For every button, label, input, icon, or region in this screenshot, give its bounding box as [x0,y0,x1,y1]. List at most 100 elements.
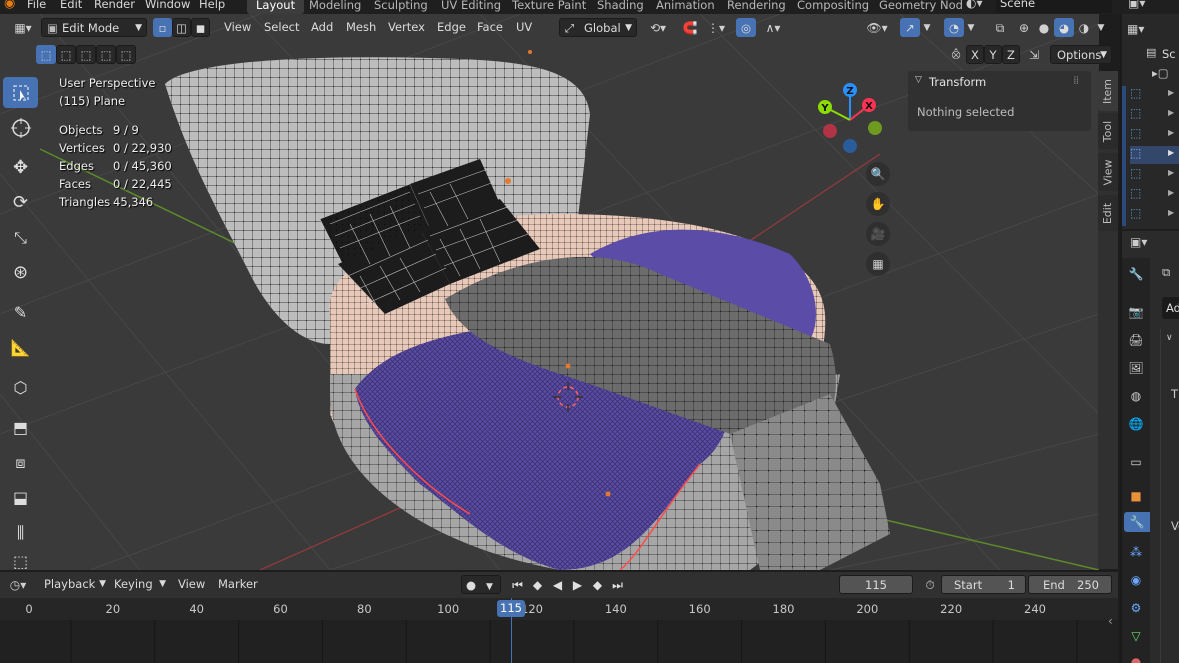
navigation-gizmo[interactable]: Z X Y [812,80,892,156]
menu-edge[interactable]: Edge [437,18,466,37]
jump-end-icon[interactable]: ⏭ [608,576,627,594]
play-reverse-icon[interactable]: ◀ [548,576,567,594]
menu-vertex[interactable]: Vertex [388,18,425,37]
gizmo-neg-z-axis[interactable] [843,139,857,153]
menu-uv[interactable]: UV [516,18,532,37]
tab-item[interactable]: Item [1098,71,1118,111]
chevron-down-icon[interactable]: ▼ [1094,18,1108,38]
drag-handle-icon[interactable]: ⁞⁞ [1073,73,1079,87]
annotate-tool-icon[interactable]: ✎ [3,297,38,328]
edge-select-button[interactable]: ◫ [172,18,191,37]
tool-settings-icon[interactable]: 🔧 [1126,264,1146,284]
menu-mesh[interactable]: Mesh [346,18,376,37]
inset-tool-icon[interactable]: ⧈ [3,447,38,478]
transform-tool-icon[interactable]: ⊛ [3,257,38,288]
solid-shading-icon[interactable]: ● [1034,18,1054,38]
editor-type-icon[interactable]: ▣▾ [1128,0,1145,10]
tab-compositing[interactable]: Compositing [788,0,878,14]
transform-section-header[interactable]: Transform [929,75,986,89]
select-invert-icon[interactable]: ⬚ [96,45,116,64]
options-dropdown[interactable]: Options ▼ [1050,45,1112,64]
rendered-shading-icon[interactable]: ◑ [1074,18,1094,38]
tab-uv-editing[interactable]: UV Editing [432,0,510,14]
proportional-edit-icon[interactable]: ◎ [736,18,756,37]
play-icon[interactable]: ▶ [568,576,587,594]
world-properties-icon[interactable]: 🌐 [1126,414,1146,434]
editor-type-icon[interactable]: ▣▾ [1130,235,1147,249]
list-item[interactable]: ⬚ ▶ [1130,166,1179,184]
current-frame-field[interactable]: 115 [839,575,913,594]
menu-view[interactable]: View [224,18,251,37]
mirror-icon[interactable]: ⨶ [946,45,966,65]
timeline-body[interactable]: ‹ [0,614,1118,663]
face-select-button[interactable]: ◼ [191,18,210,37]
material-icon[interactable]: ● [1126,652,1146,663]
view-layer-icon[interactable]: 🖼 [1126,358,1146,378]
scene-properties-icon[interactable]: ◍ [1126,386,1146,406]
add-cube-tool-icon[interactable]: ⬡ [3,372,38,403]
zoom-icon[interactable]: 🔍 [866,162,890,186]
menu-select[interactable]: Select [264,18,299,37]
menu-edit[interactable]: Edit [60,0,82,11]
expand-arrow-icon[interactable]: ▶ [1168,128,1174,137]
scale-tool-icon[interactable]: ⤡ [3,222,38,253]
expand-arrow-icon[interactable]: ▶ [1168,148,1174,157]
tab-view[interactable]: View [1098,153,1118,191]
vertex-select-button[interactable]: ▫ [153,18,172,37]
expand-arrow-icon[interactable]: ▶ [1168,168,1174,177]
material-shading-icon[interactable]: ◕ [1054,18,1074,37]
tab-layout[interactable]: Layout [247,0,305,14]
tab-rendering[interactable]: Rendering [718,0,795,14]
auto-merge-icon[interactable]: ⇲ [1024,45,1044,65]
particles-icon[interactable]: ⁂ [1126,542,1146,562]
mirror-z-button[interactable]: Z [1002,45,1020,64]
scene-icon[interactable]: ◐▾ [966,0,983,10]
tab-texture-paint[interactable]: Texture Paint [503,0,595,14]
gizmo-neg-y-axis[interactable] [868,121,882,135]
jump-start-icon[interactable]: ⏮ [508,576,527,594]
render-properties-icon[interactable]: 📷 [1126,302,1146,322]
select-new-icon[interactable]: ⬚ [36,45,56,64]
cursor-tool-icon[interactable] [3,112,38,143]
mirror-x-button[interactable]: X [966,45,984,64]
ortho-grid-icon[interactable]: ▦ [866,252,890,276]
editor-type-icon[interactable]: ▦▾ [1127,22,1144,36]
select-box-tool-icon[interactable] [3,77,38,108]
overlay-toggle-icon[interactable]: ◔ [944,18,964,37]
bevel-tool-icon[interactable]: ⬓ [3,482,38,513]
snap-icon[interactable]: 🧲 [680,18,700,38]
menu-marker[interactable]: Marker [218,575,258,594]
menu-help[interactable]: Help [199,0,225,11]
start-frame-field[interactable]: Start 1 [941,575,1026,594]
tab-shading[interactable]: Shading [588,0,653,14]
scene-selector[interactable]: Scene [996,0,1112,13]
expand-arrow-icon[interactable]: ▶ [1168,108,1174,117]
collapse-chevron-icon[interactable]: ▽ [915,75,922,85]
list-item[interactable]: ⬚ ▶ [1130,106,1179,124]
mode-dropdown[interactable]: ▣ Edit Mode ▼ [41,18,147,37]
tab-sculpting[interactable]: Sculpting [365,0,437,14]
camera-view-icon[interactable]: 🎥 [866,222,890,246]
next-keyframe-icon[interactable]: ◆ [588,576,607,594]
stopwatch-icon[interactable]: ⏱ [920,575,940,595]
gizmo-toggle-icon[interactable]: ↗ [900,18,920,37]
search-field[interactable]: Ad [1162,297,1179,319]
select-intersect-icon[interactable]: ⬚ [116,45,136,64]
menu-view[interactable]: View [178,575,205,594]
pivot-point-icon[interactable]: ⟲▾ [644,18,672,38]
visibility-icon[interactable]: 👁▾ [862,18,892,38]
list-item[interactable]: ⬚ ▶ [1130,126,1179,144]
keying-menu[interactable]: Keying ▼ [108,575,168,594]
move-tool-icon[interactable]: ✥ [3,152,38,183]
playback-menu[interactable]: Playback ▼ [38,575,108,594]
knife-tool-icon[interactable]: ⬚ [3,552,38,570]
tab-edit[interactable]: Edit [1098,195,1118,231]
select-subtract-icon[interactable]: ⬚ [76,45,96,64]
menu-window[interactable]: Window [145,0,190,11]
pan-hand-icon[interactable]: ✋ [866,192,890,216]
xray-toggle-icon[interactable]: ⧉ [990,18,1010,38]
modifier-properties-icon[interactable]: 🔧 [1124,512,1150,532]
timeline-ruler[interactable]: 0 20 40 60 80 100 120 140 160 180 200 220 240 [0,598,1118,620]
mirror-y-button[interactable]: Y [984,45,1002,64]
object-properties-icon[interactable]: ■ [1126,486,1146,506]
